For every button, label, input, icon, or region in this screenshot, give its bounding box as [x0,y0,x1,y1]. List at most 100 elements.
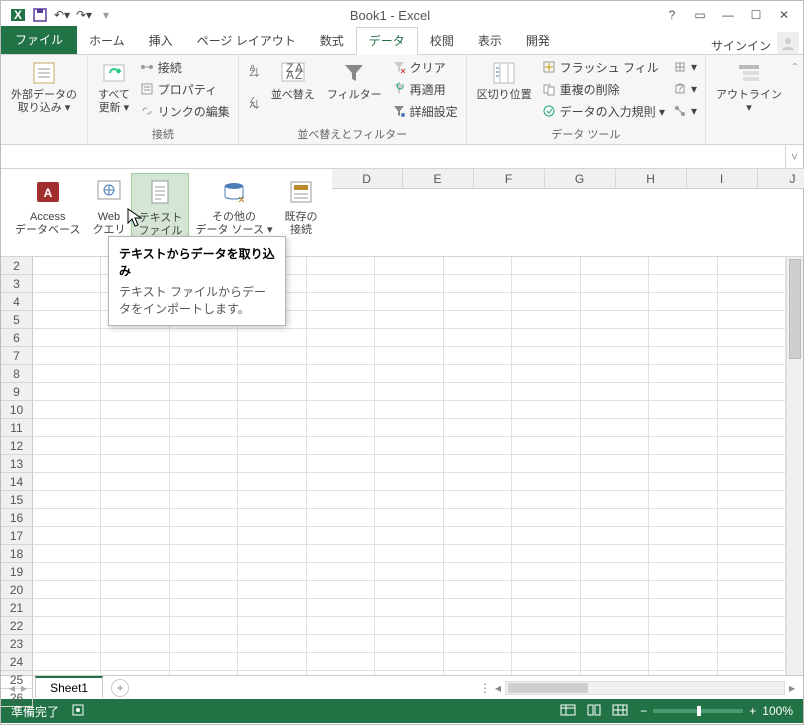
cell[interactable] [512,563,580,581]
cell[interactable] [512,257,580,275]
data-validation-button[interactable]: データの入力規則 ▾ [540,101,667,121]
cell[interactable] [444,473,512,491]
cell[interactable] [307,491,375,509]
sign-in-link[interactable]: サインイン [711,37,777,54]
cell[interactable] [238,365,306,383]
view-pagelayout-icon[interactable] [586,704,602,719]
cell[interactable] [581,437,649,455]
cell[interactable] [307,329,375,347]
tab-view[interactable]: 表示 [466,28,514,54]
cell[interactable] [444,401,512,419]
undo-button[interactable]: ↶▾ [51,4,73,26]
cell[interactable] [581,509,649,527]
cell[interactable] [718,527,786,545]
cell[interactable] [307,455,375,473]
cell[interactable] [238,401,306,419]
cell[interactable] [238,491,306,509]
cell[interactable] [375,293,443,311]
cell[interactable] [170,635,238,653]
cell[interactable] [512,329,580,347]
consolidate-button[interactable]: ▾ [671,57,699,77]
cell[interactable] [33,329,101,347]
cell[interactable] [718,347,786,365]
cell[interactable] [512,275,580,293]
cell[interactable] [512,671,580,675]
cell[interactable] [444,329,512,347]
cell[interactable] [307,545,375,563]
cell[interactable] [444,437,512,455]
cell[interactable] [581,329,649,347]
cell[interactable] [170,455,238,473]
cell[interactable] [375,527,443,545]
cell[interactable] [307,473,375,491]
col-header-i[interactable]: I [687,169,758,188]
cell[interactable] [170,401,238,419]
cell[interactable] [718,617,786,635]
cell[interactable] [101,653,169,671]
cell[interactable] [33,545,101,563]
from-text-button[interactable]: テキスト ファイル [131,173,189,239]
cell[interactable] [170,383,238,401]
cell[interactable] [649,419,717,437]
existing-connections-button[interactable]: 既存の 接続 [279,173,324,239]
row-header[interactable]: 17 [1,527,33,545]
cell[interactable] [170,671,238,675]
hscroll-thumb[interactable] [508,683,588,693]
cell[interactable] [238,509,306,527]
cell[interactable] [512,491,580,509]
outline-button[interactable]: アウトライン ▾ [712,57,786,117]
cell[interactable] [649,509,717,527]
tab-formulas[interactable]: 数式 [308,28,356,54]
cell[interactable] [649,581,717,599]
cell[interactable] [375,473,443,491]
cell[interactable] [444,599,512,617]
cell[interactable] [375,599,443,617]
cell[interactable] [718,365,786,383]
cell[interactable] [307,401,375,419]
ribbon-display-button[interactable]: ▭ [691,8,709,22]
cell[interactable] [512,473,580,491]
cell[interactable] [375,563,443,581]
view-normal-icon[interactable] [560,704,576,719]
cell[interactable] [101,365,169,383]
cell[interactable] [33,419,101,437]
cell[interactable] [33,473,101,491]
cell[interactable] [444,293,512,311]
cell[interactable] [33,455,101,473]
cell[interactable] [101,383,169,401]
refresh-all-button[interactable]: すべて 更新 ▾ [94,57,134,117]
cell[interactable] [307,635,375,653]
cell[interactable] [375,509,443,527]
cell[interactable] [649,437,717,455]
cell[interactable] [581,257,649,275]
tab-insert[interactable]: 挿入 [137,28,185,54]
cell[interactable] [33,635,101,653]
cell[interactable] [238,383,306,401]
sort-button[interactable]: ZAAZ 並べ替え [267,57,319,104]
cell[interactable] [170,599,238,617]
row-header[interactable]: 22 [1,617,33,635]
cell[interactable] [718,455,786,473]
cell[interactable] [307,383,375,401]
cell[interactable] [649,563,717,581]
remove-duplicates-button[interactable]: 重複の削除 [540,79,667,99]
vertical-scrollbar[interactable] [786,257,803,675]
cell[interactable] [238,545,306,563]
cell[interactable] [238,437,306,455]
cell[interactable] [238,347,306,365]
cell[interactable] [718,383,786,401]
redo-button[interactable]: ↷▾ [73,4,95,26]
cell[interactable] [307,671,375,675]
save-button[interactable] [29,4,51,26]
cell[interactable] [444,635,512,653]
properties-button[interactable]: プロパティ [138,79,232,99]
cell[interactable] [444,581,512,599]
cell[interactable] [581,653,649,671]
cell[interactable] [581,383,649,401]
avatar-icon[interactable] [777,32,799,54]
cell[interactable] [649,455,717,473]
cell[interactable] [649,401,717,419]
cell[interactable] [375,581,443,599]
cell[interactable] [581,455,649,473]
sheet-nav-prev[interactable]: ◂ [9,681,15,695]
